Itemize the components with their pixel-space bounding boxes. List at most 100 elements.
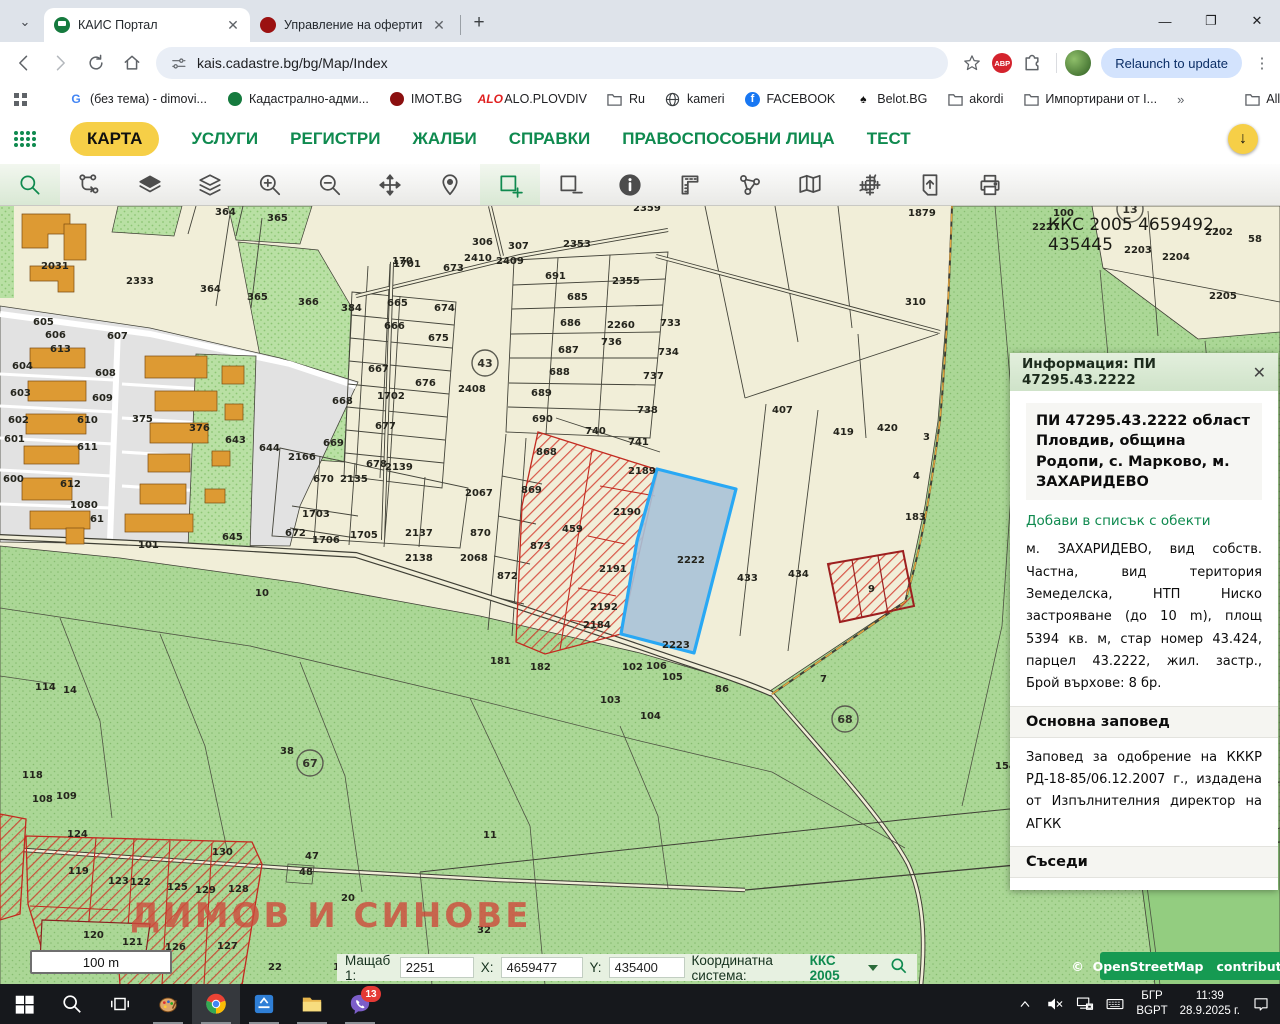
bookmark-kais[interactable]: Кадастрално-адми... (227, 91, 369, 107)
bookmark-facebook[interactable]: fFACEBOOK (744, 91, 835, 107)
bookmark-alo[interactable]: ALOALO.PLOVDIV (482, 91, 587, 107)
pan-tool-icon[interactable] (360, 164, 420, 205)
adblock-extension-icon[interactable]: ABP (992, 53, 1012, 73)
download-button[interactable]: ↓ (1228, 124, 1258, 154)
action-center-icon[interactable] (1252, 995, 1270, 1013)
browser-tabstrip: ⌄ КАИС Портал ✕ Управление на офертите -… (0, 0, 1280, 42)
tab-offers[interactable]: Управление на офертите - ✕ (250, 8, 456, 42)
nav-item-pravosposobni[interactable]: ПРАВОСПОСОБНИ ЛИЦА (622, 129, 835, 149)
forward-icon[interactable] (44, 47, 76, 79)
tab-kais[interactable]: КАИС Портал ✕ (44, 8, 250, 42)
nav-item-registri[interactable]: РЕГИСТРИ (290, 129, 380, 149)
bookmarks-overflow-icon[interactable]: » (1177, 92, 1184, 107)
apps-grid-icon[interactable] (12, 91, 28, 107)
bookmark-kameri[interactable]: kameri (665, 91, 725, 107)
layers-stack-tool-icon[interactable] (180, 164, 240, 205)
select-area-tool-icon[interactable] (480, 164, 540, 205)
tab-search-chevron-icon[interactable]: ⌄ (10, 7, 40, 37)
deselect-area-tool-icon[interactable] (540, 164, 600, 205)
menu-dots-grid-icon[interactable] (12, 126, 38, 152)
nav-item-zhalbi[interactable]: ЖАЛБИ (413, 129, 477, 149)
bookmark-imported-folder[interactable]: Импортирани от I... (1023, 91, 1157, 107)
bookmark-star-icon[interactable] (956, 47, 988, 79)
nav-item-test[interactable]: ТЕСТ (867, 129, 911, 149)
parcel-label: 2189 (628, 466, 656, 477)
info-tool-icon[interactable] (600, 164, 660, 205)
parcel-label: 434 (788, 569, 809, 580)
parcel-label: 2068 (460, 553, 488, 564)
site-settings-icon[interactable] (170, 55, 187, 72)
coordinates-tool-icon[interactable] (840, 164, 900, 205)
extensions-puzzle-icon[interactable] (1016, 47, 1048, 79)
paint-app-icon[interactable] (144, 984, 192, 1024)
parcel-label: 870 (470, 528, 491, 539)
info-panel-close-icon[interactable]: ✕ (1253, 363, 1266, 382)
tab-close-icon[interactable]: ✕ (224, 16, 242, 34)
profile-avatar[interactable] (1065, 50, 1091, 76)
parcel-label: 675 (428, 333, 449, 344)
tab-title: КАИС Портал (78, 18, 216, 32)
clock[interactable]: 11:39 28.9.2025 г. (1180, 989, 1240, 1019)
new-tab-button[interactable]: + (465, 10, 493, 38)
y-input[interactable] (609, 957, 685, 978)
parcel-label: 2222 (677, 555, 705, 566)
taskbar-search-icon[interactable] (48, 984, 96, 1024)
viber-app-icon[interactable]: 13 (336, 984, 384, 1024)
folder-icon (948, 93, 963, 106)
start-button[interactable] (0, 984, 48, 1024)
task-view-icon[interactable] (96, 984, 144, 1024)
file-explorer-icon[interactable] (288, 984, 336, 1024)
location-pin-tool-icon[interactable] (420, 164, 480, 205)
chrome-app-icon[interactable] (192, 984, 240, 1024)
nav-item-spravki[interactable]: СПРАВКИ (509, 129, 591, 149)
minimize-button[interactable]: — (1142, 0, 1188, 42)
omnibox[interactable]: kais.cadastre.bg/bg/Map/Index (156, 47, 948, 79)
nav-item-uslugi[interactable]: УСЛУГИ (191, 129, 258, 149)
bookmark-imot[interactable]: IMOT.BG (389, 91, 462, 107)
close-button[interactable]: ✕ (1234, 0, 1280, 42)
status-search-icon[interactable] (889, 956, 909, 979)
scan-app-icon[interactable] (240, 984, 288, 1024)
info-panel-header: Информация: ПИ 47295.43.2222 ✕ (1010, 353, 1278, 391)
measure-tool-icon[interactable] (660, 164, 720, 205)
language-indicator[interactable]: БГР BGPT (1136, 989, 1167, 1019)
add-to-list-link[interactable]: Добави в списък с обекти (1026, 513, 1262, 529)
all-bookmarks[interactable]: All Bookmarks (1244, 91, 1280, 107)
map-status-bar: Мащаб 1: X: Y: Координатна система: ККС … (337, 954, 917, 981)
route-tool-icon[interactable] (60, 164, 120, 205)
network-icon[interactable] (1076, 995, 1094, 1013)
parcel-label: 868 (536, 447, 557, 458)
scale-input[interactable] (400, 957, 474, 978)
bookmark-ru-folder[interactable]: Ru (607, 91, 645, 107)
bookmark-belot[interactable]: ♠Belot.BG (855, 91, 927, 107)
parcel-label: 2359 (633, 206, 661, 214)
bookmark-google[interactable]: G(без тема) - dimovi... (68, 91, 207, 107)
crs-dropdown-icon[interactable] (868, 965, 878, 971)
map-tool-icon[interactable] (780, 164, 840, 205)
home-icon[interactable] (116, 47, 148, 79)
search-tool-icon[interactable] (0, 164, 60, 205)
export-tool-icon[interactable] (900, 164, 960, 205)
bookmark-akordi[interactable]: akordi (947, 91, 1003, 107)
parcel-label: 127 (217, 941, 238, 952)
relaunch-button[interactable]: Relaunch to update (1101, 48, 1242, 78)
print-tool-icon[interactable] (960, 164, 1020, 205)
zoom-in-tool-icon[interactable] (240, 164, 300, 205)
layers-tool-icon[interactable] (120, 164, 180, 205)
maximize-button[interactable]: ❐ (1188, 0, 1234, 42)
map-canvas[interactable]: 3643652359187923533063072410240917016736… (0, 206, 1280, 985)
zoom-out-tool-icon[interactable] (300, 164, 360, 205)
nav-item-karta[interactable]: КАРТА (70, 122, 159, 156)
crs-value[interactable]: ККС 2005 (810, 953, 857, 983)
reload-icon[interactable] (80, 47, 112, 79)
volume-muted-icon[interactable] (1046, 995, 1064, 1013)
keyboard-icon[interactable] (1106, 995, 1124, 1013)
tab-close-icon[interactable]: ✕ (430, 16, 448, 34)
tray-chevron-icon[interactable] (1016, 995, 1034, 1013)
osm-attribution[interactable]: © OpenStreetMap contributors. (1100, 952, 1280, 980)
x-input[interactable] (501, 957, 583, 978)
back-icon[interactable] (8, 47, 40, 79)
share-tool-icon[interactable] (720, 164, 780, 205)
url-text[interactable]: kais.cadastre.bg/bg/Map/Index (197, 55, 388, 71)
browser-menu-icon[interactable]: ⋮ (1252, 54, 1272, 72)
